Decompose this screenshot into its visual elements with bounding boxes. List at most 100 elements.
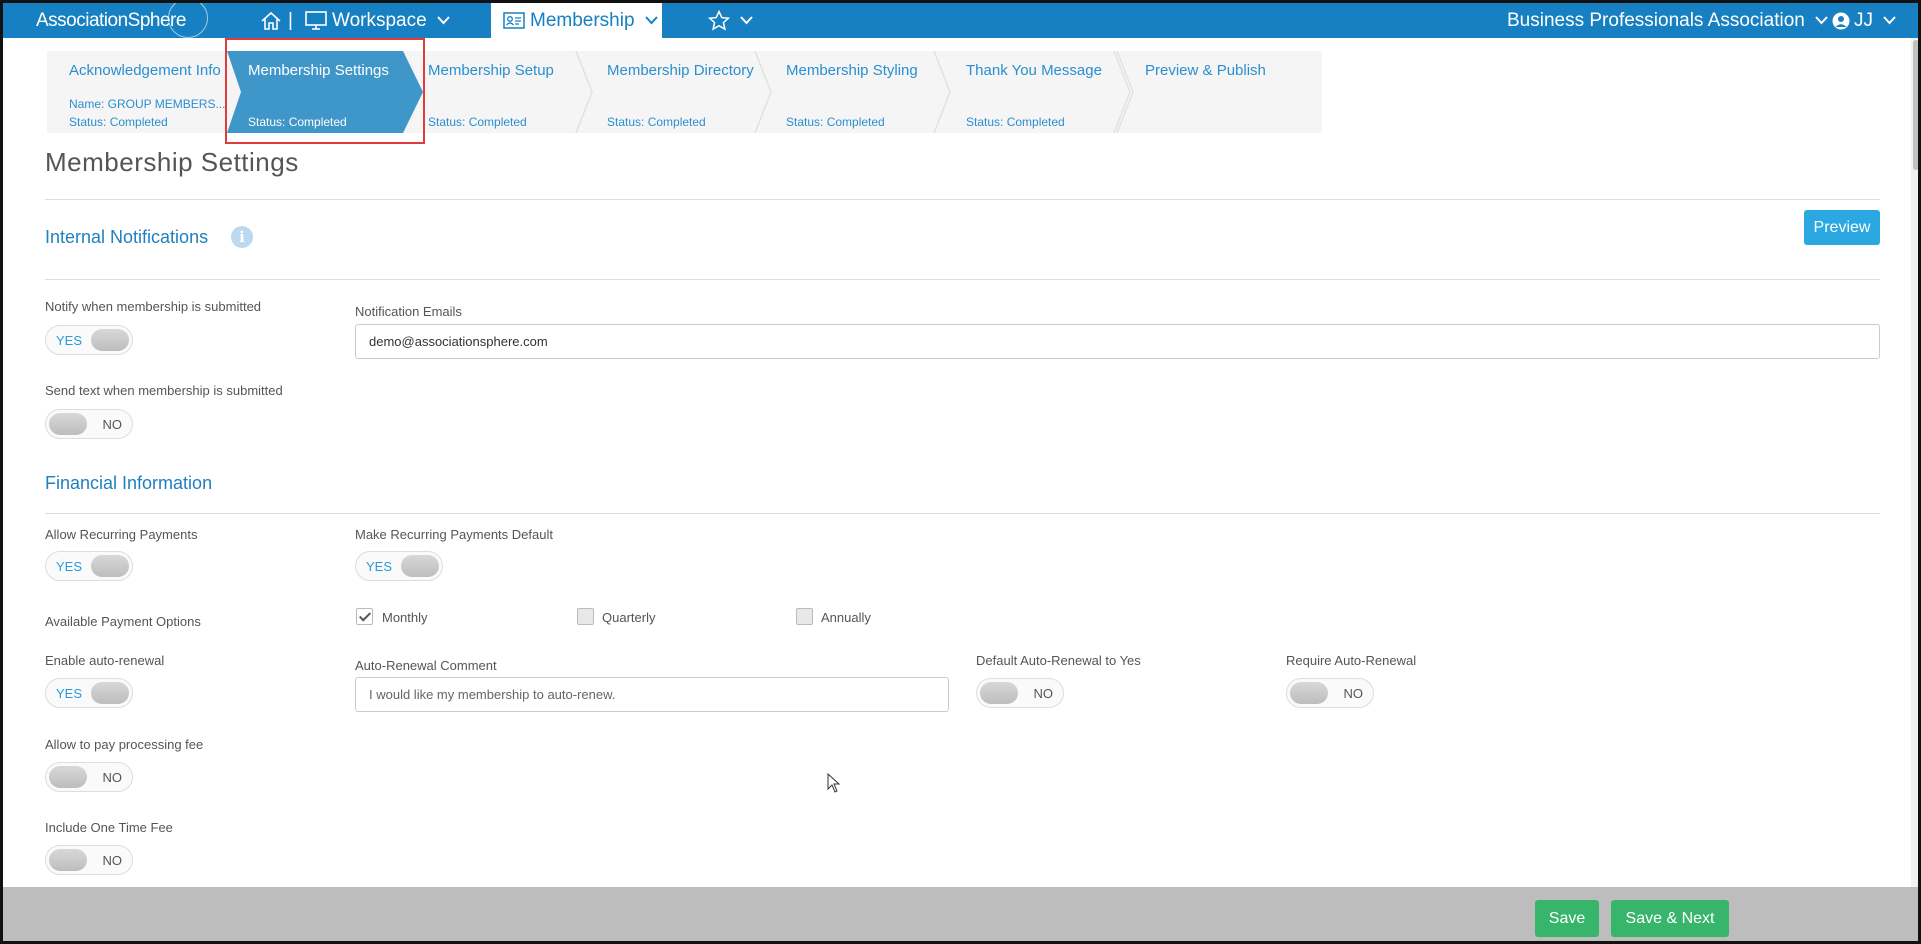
toggle-text: NO [102, 417, 123, 432]
step-status: Status: Completed [69, 115, 168, 129]
default-auto-renewal-label: Default Auto-Renewal to Yes [976, 653, 1141, 668]
monthly-checkbox[interactable] [356, 608, 373, 625]
page-scrollbar[interactable] [1911, 38, 1918, 888]
step-title: Membership Styling [786, 62, 918, 79]
id-card-icon [503, 12, 525, 29]
allow-recurring-label: Allow Recurring Payments [45, 527, 198, 542]
step-membership-directory[interactable]: Membership Directory Status: Completed [585, 51, 772, 133]
step-status: Status: Completed [786, 115, 885, 129]
user-avatar-icon [1832, 12, 1850, 29]
globe-icon [167, 3, 208, 38]
toggle-knob [49, 849, 87, 871]
toggle-text: YES [56, 686, 83, 701]
recurring-default-toggle[interactable]: YES [355, 551, 443, 581]
one-time-fee-label: Include One Time Fee [45, 820, 173, 835]
step-name: Name: GROUP MEMBERS... [69, 97, 226, 111]
scrollbar-thumb[interactable] [1913, 40, 1918, 170]
require-auto-renewal-toggle[interactable]: NO [1286, 678, 1374, 708]
monitor-icon [305, 11, 327, 30]
workspace-menu[interactable]: Workspace [305, 3, 450, 38]
toggle-text: NO [1033, 686, 1054, 701]
membership-menu[interactable]: Membership [491, 3, 662, 38]
step-title: Preview & Publish [1145, 62, 1266, 79]
toggle-knob [91, 329, 129, 351]
step-title: Membership Setup [428, 62, 554, 79]
app-logo[interactable]: AssociationSphere [36, 3, 208, 38]
toggle-knob [1290, 682, 1328, 704]
toggle-knob [49, 766, 87, 788]
financial-information-heading: Financial Information [45, 473, 213, 493]
save-button[interactable]: Save [1535, 900, 1599, 937]
step-title: Membership Settings [248, 62, 389, 79]
chevron-down-icon [644, 16, 658, 25]
toggle-text: NO [102, 770, 123, 785]
divider [45, 513, 1880, 514]
notify-submitted-toggle[interactable]: YES [45, 325, 133, 355]
toggle-knob [401, 555, 439, 577]
recurring-default-label: Make Recurring Payments Default [355, 527, 553, 542]
toggle-knob [91, 555, 129, 577]
internal-notifications-heading: Internal Notifications [45, 227, 209, 247]
auto-renewal-toggle[interactable]: YES [45, 678, 133, 708]
toggle-text: YES [56, 333, 83, 348]
page-title: Membership Settings [45, 147, 299, 177]
quarterly-checkbox[interactable] [577, 608, 594, 625]
step-status: Status: Completed [966, 115, 1065, 129]
info-icon[interactable]: i [231, 226, 253, 248]
chevron-down-icon [436, 16, 450, 25]
toggle-knob [49, 413, 87, 435]
monthly-label: Monthly [382, 610, 428, 625]
logo-text: AssociationSphere [36, 9, 186, 31]
toggle-text: NO [102, 853, 123, 868]
step-title: Membership Directory [607, 62, 754, 79]
auto-renewal-comment-label: Auto-Renewal Comment [355, 658, 497, 673]
one-time-fee-toggle[interactable]: NO [45, 845, 133, 875]
notification-emails-label: Notification Emails [355, 304, 462, 319]
allow-recurring-toggle[interactable]: YES [45, 551, 133, 581]
step-status: Status: Completed [248, 115, 347, 129]
toggle-knob [980, 682, 1018, 704]
step-separator [1116, 51, 1134, 133]
favorites-menu[interactable] [708, 3, 753, 38]
organization-menu[interactable]: Business Professionals Association [1507, 3, 1828, 38]
divider [45, 199, 1880, 200]
preview-button[interactable]: Preview [1804, 210, 1880, 245]
app-window: AssociationSphere | Workspace Membership… [0, 0, 1921, 944]
step-acknowledgement-info[interactable]: Acknowledgement Info Name: GROUP MEMBERS… [47, 51, 227, 133]
step-preview-publish[interactable]: Preview & Publish [1116, 51, 1322, 133]
step-thank-you-message[interactable]: Thank You Message Status: Completed [944, 51, 1131, 133]
divider [45, 279, 1880, 280]
send-text-label: Send text when membership is submitted [45, 383, 283, 398]
star-icon [708, 10, 730, 31]
step-membership-settings[interactable]: Membership Settings Status: Completed [227, 51, 423, 133]
default-auto-renewal-toggle[interactable]: NO [976, 678, 1064, 708]
user-menu[interactable]: JJ [1832, 3, 1896, 38]
auto-renewal-label: Enable auto-renewal [45, 653, 165, 668]
workspace-label: Workspace [332, 9, 427, 31]
toggle-knob [91, 682, 129, 704]
home-icon [261, 11, 281, 30]
step-membership-setup[interactable]: Membership Setup Status: Completed [406, 51, 593, 133]
user-initials: JJ [1854, 9, 1873, 31]
payment-options-label: Available Payment Options [45, 614, 201, 629]
notification-emails-input[interactable] [355, 324, 1880, 359]
annually-label: Annually [821, 610, 871, 625]
home-button[interactable]: | [260, 3, 293, 38]
step-membership-styling[interactable]: Membership Styling Status: Completed [764, 51, 951, 133]
toggle-text: NO [1343, 686, 1364, 701]
step-status: Status: Completed [428, 115, 527, 129]
save-and-next-button[interactable]: Save & Next [1611, 900, 1729, 937]
step-status: Status: Completed [607, 115, 706, 129]
membership-label: Membership [530, 9, 635, 31]
nav-divider: | [288, 9, 293, 31]
quarterly-label: Quarterly [602, 610, 656, 625]
auto-renewal-comment-input[interactable] [355, 677, 949, 712]
notify-submitted-label: Notify when membership is submitted [45, 299, 262, 314]
send-text-toggle[interactable]: NO [45, 409, 133, 439]
annually-checkbox[interactable] [796, 608, 813, 625]
processing-fee-toggle[interactable]: NO [45, 762, 133, 792]
toggle-text: YES [366, 559, 393, 574]
organization-name: Business Professionals Association [1507, 9, 1805, 31]
top-navigation-bar: AssociationSphere | Workspace Membership… [3, 3, 1918, 38]
step-title: Thank You Message [966, 62, 1102, 79]
